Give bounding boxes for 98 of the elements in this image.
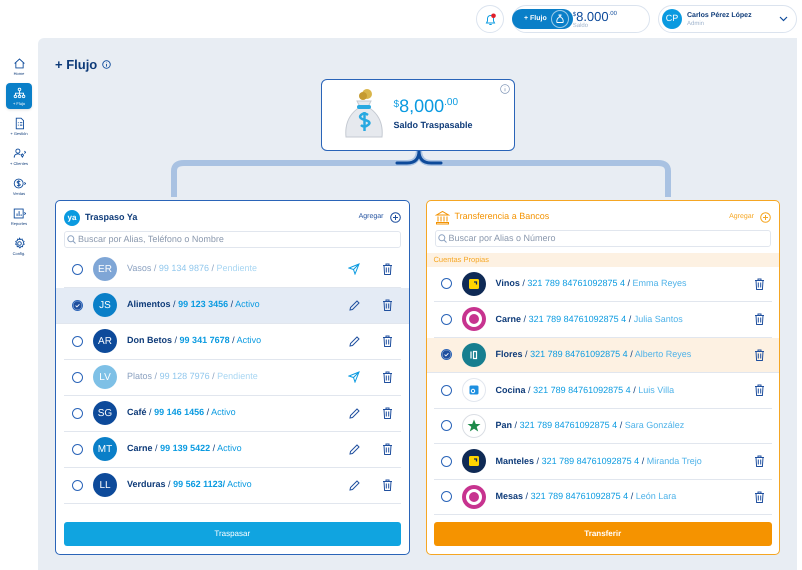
contact-avatar: AR xyxy=(93,329,117,353)
hierarchy-icon xyxy=(12,86,26,100)
contact-avatar: ER xyxy=(93,257,117,281)
account-row[interactable]: Manteles / 321 789 84761092875 4 / Miranda Trejo xyxy=(434,444,772,480)
bell-icon xyxy=(484,12,496,26)
account-info: Cocina / 321 789 84761092875 4 / Luis Villa xyxy=(496,384,676,396)
bank-logo xyxy=(462,414,486,438)
contact-info: Café / 99 146 1456 / Activo xyxy=(127,406,237,420)
edit-icon[interactable] xyxy=(348,300,360,310)
edit-icon[interactable] xyxy=(348,480,360,490)
notification-button[interactable] xyxy=(476,5,504,33)
radio-button[interactable] xyxy=(440,314,452,325)
bank-icon xyxy=(434,210,450,224)
radio-button[interactable] xyxy=(440,278,452,290)
edit-icon[interactable] xyxy=(348,444,360,454)
radio-button[interactable] xyxy=(440,456,452,467)
settings-icon xyxy=(12,236,26,250)
bank-logo xyxy=(462,342,486,367)
trash-icon[interactable] xyxy=(382,335,392,347)
bank-logo xyxy=(462,449,486,474)
account-info: Carne / 321 789 84761092875 4 / Julia Santos xyxy=(496,312,684,326)
radio-button[interactable] xyxy=(72,408,83,418)
chevron-down-icon xyxy=(779,16,788,22)
page-title: + Flujo xyxy=(55,56,98,74)
trash-icon[interactable] xyxy=(754,348,765,361)
balance-amount: $^{$}$8,000$^{.00}$ xyxy=(394,96,460,116)
contact-row[interactable]: MT Carne / 99 139 5422 / Activo xyxy=(64,432,400,468)
contact-info: Carne / 99 139 5422 / Activo xyxy=(127,442,243,456)
edit-icon[interactable] xyxy=(348,336,360,346)
account-info: Pan / 321 789 84761092875 4 / Sara González xyxy=(496,419,686,432)
contact-info: Alimentos / 99 123 3456 / Activo xyxy=(127,298,261,312)
radio-button[interactable] xyxy=(440,491,452,502)
trash-icon[interactable] xyxy=(382,371,392,383)
trash-icon[interactable] xyxy=(754,490,765,503)
contact-info: Verduras / 99 562 1123/ Activo xyxy=(127,478,253,492)
radio-button[interactable] xyxy=(440,349,452,360)
contact-info: Platos / 99 128 7976 / Pendiente xyxy=(127,370,259,384)
contact-info: Don Betos / 99 341 7678 / Activo xyxy=(127,334,262,348)
account-row[interactable]: Mesas / 321 789 84761092875 4 / León Lara xyxy=(434,480,772,515)
account-info: Mesas / 321 789 84761092875 4 / León Lara xyxy=(496,490,678,503)
radio-button[interactable] xyxy=(440,420,452,432)
info-icon[interactable] xyxy=(102,60,112,70)
radio-button[interactable] xyxy=(72,264,83,274)
contact-info: Vasos / 99 134 9876 / Pendiente xyxy=(127,262,258,276)
chart-icon xyxy=(12,206,26,220)
trash-icon[interactable] xyxy=(382,299,392,311)
trash-icon[interactable] xyxy=(754,455,765,468)
account-info: Vinos / 321 789 84761092875 4 / Emma Reyes xyxy=(496,277,688,290)
account-row[interactable]: Pan / 321 789 84761092875 4 / Sara González xyxy=(434,408,772,444)
contact-avatar: JS xyxy=(93,293,117,317)
trash-icon[interactable] xyxy=(382,479,392,491)
balance-amount: $^{$}$8.000$^{.00}$ xyxy=(572,10,617,22)
contact-row[interactable]: LL Verduras / 99 562 1123/ Activo xyxy=(64,468,400,504)
send-icon[interactable] xyxy=(348,263,360,275)
account-row[interactable]: Vinos / 321 789 84761092875 4 / Emma Reyes xyxy=(434,266,772,302)
search-field[interactable]: Buscar por Alias, Teléfono o Nombre xyxy=(64,230,400,248)
trash-icon[interactable] xyxy=(754,313,765,326)
trash-icon[interactable] xyxy=(754,278,765,290)
edit-icon[interactable] xyxy=(348,408,360,418)
account-row[interactable]: Flores / 321 789 84761092875 4 / Alberto Reyes xyxy=(426,338,779,373)
info-icon[interactable] xyxy=(500,84,510,94)
radio-button[interactable] xyxy=(440,384,452,396)
bank-logo xyxy=(462,307,486,332)
contact-avatar: SG xyxy=(93,401,117,425)
trash-icon[interactable] xyxy=(382,263,392,275)
bank-logo xyxy=(462,378,486,402)
users-icon xyxy=(12,146,26,160)
brand-logo: ya xyxy=(64,210,80,226)
account-row[interactable]: Cocina / 321 789 84761092875 4 / Luis Villa xyxy=(434,373,772,408)
contact-avatar: LV xyxy=(93,365,117,389)
send-icon[interactable] xyxy=(348,371,360,383)
radio-button[interactable] xyxy=(72,300,83,310)
dollar-icon xyxy=(12,176,26,190)
contact-row[interactable]: JS Alimentos / 99 123 3456 / Activo xyxy=(56,288,408,324)
bank-logo xyxy=(462,272,486,296)
contact-avatar: MT xyxy=(93,437,117,461)
contact-row[interactable]: AR Don Betos / 99 341 7678 / Activo xyxy=(64,324,400,360)
radio-button[interactable] xyxy=(72,336,83,346)
radio-button[interactable] xyxy=(72,372,83,382)
radio-button[interactable] xyxy=(72,480,83,490)
trash-icon[interactable] xyxy=(382,443,392,455)
search-field[interactable]: Buscar por Alias o Número xyxy=(434,230,771,246)
contact-row[interactable]: SG Café / 99 146 1456 / Activo xyxy=(64,396,400,432)
home-icon xyxy=(12,56,26,70)
account-info: Manteles / 321 789 84761092875 4 / Miranda Trejo xyxy=(496,454,703,468)
trash-icon[interactable] xyxy=(382,407,392,419)
add-icon[interactable] xyxy=(390,212,400,223)
contact-avatar: LL xyxy=(93,473,117,497)
search-icon xyxy=(67,234,76,244)
trash-icon[interactable] xyxy=(754,384,765,396)
account-info: Flores / 321 789 84761092875 4 / Alberto Reyes xyxy=(496,348,692,361)
radio-button[interactable] xyxy=(72,444,83,454)
card-title: Traspaso Ya xyxy=(85,210,138,224)
user-avatar: CP xyxy=(662,9,682,29)
balance-label: Saldo Traspasable xyxy=(394,118,473,132)
search-icon xyxy=(438,234,446,242)
card-title: Transferencia a Bancos xyxy=(454,210,550,224)
bank-logo xyxy=(462,484,486,509)
